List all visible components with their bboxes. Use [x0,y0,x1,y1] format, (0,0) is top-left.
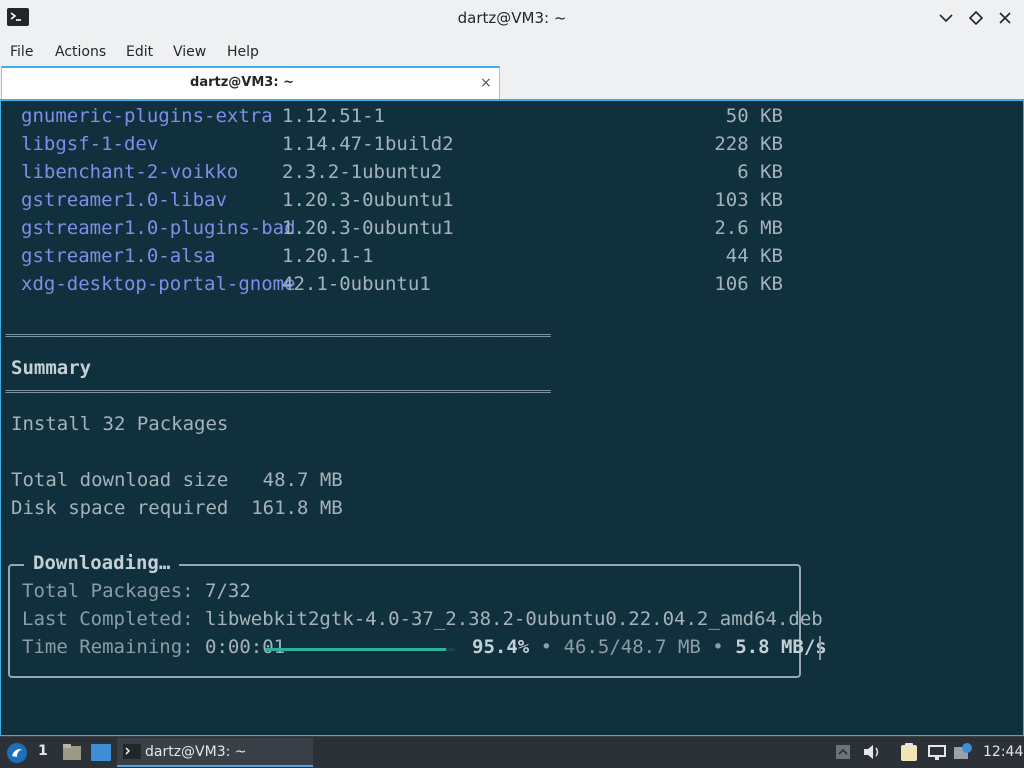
separator-rule: ========================================… [5,386,551,398]
tab-bar: dartz@VM3: ~ × [0,66,1024,99]
menu-actions[interactable]: Actions [55,44,106,60]
download-size: Total download size 48.7 MB [11,469,343,491]
minimize-button[interactable] [937,9,955,27]
package-name: gstreamer1.0-plugins-bad [21,217,296,239]
clock[interactable]: 12:44 [983,744,1023,760]
package-name: gnumeric-plugins-extra [21,105,273,127]
package-version: 1.12.51-1 [282,105,385,127]
package-size: 106 KB [714,273,783,295]
total-packages-label: Total Packages: [22,580,194,602]
download-progress-fill [265,648,447,651]
package-size: 6 KB [737,161,783,183]
download-panel: Downloading… Total Packages: 7/32 Last C… [8,551,827,678]
network-icon[interactable] [927,743,947,761]
stat-separator: • [540,636,553,658]
download-speed: 5.8 MB/s [735,636,827,658]
time-remaining-row: Time Remaining: 0:00:01 [22,635,285,659]
total-packages-row: Total Packages: 7/32 [22,579,251,603]
package-name: gstreamer1.0-alsa [21,245,216,267]
menu-file[interactable]: File [10,44,33,60]
last-completed-row: Last Completed: libwebkit2gtk-4.0-37_2.3… [22,607,823,631]
notification-icon[interactable] [953,742,973,762]
taskbar-terminal-button[interactable]: dartz@VM3: ~ [117,738,313,767]
menu-edit[interactable]: Edit [126,44,153,60]
progress-percent: 95.4% [472,636,530,658]
taskbar: 1 dartz@VM3: ~ 12:44 [0,736,1024,768]
terminal-tab[interactable]: dartz@VM3: ~ × [1,66,500,99]
last-completed-value: libwebkit2gtk-4.0-37_2.38.2-0ubuntu0.22.… [205,608,823,630]
tray-expand-icon[interactable] [835,744,851,760]
package-name: gstreamer1.0-libav [21,189,227,211]
total-packages-value: 7/32 [205,580,251,602]
time-remaining-value: 0:00:01 [205,636,286,658]
package-version: 1.20.3-0ubuntu1 [282,189,454,211]
close-button[interactable] [996,9,1014,27]
download-panel-title: Downloading… [24,551,180,575]
package-size: 103 KB [714,189,783,211]
separator-rule: ========================================… [5,330,551,342]
package-name: xdg-desktop-portal-gnome [21,273,296,295]
package-version: 1.20.3-0ubuntu1 [282,217,454,239]
download-progress-bar [265,648,455,651]
package-size: 228 KB [714,133,783,155]
package-size: 2.6 MB [714,217,783,239]
time-remaining-label: Time Remaining: [22,636,194,658]
package-version: 42.1-0ubuntu1 [282,273,431,295]
menu-bar: File Actions Edit View Help [0,38,1024,66]
disk-space: Disk space required 161.8 MB [11,497,343,519]
package-version: 1.20.1-1 [282,245,374,267]
window-titlebar[interactable]: dartz@VM3: ~ [0,0,1024,38]
package-version: 2.3.2-1ubuntu2 [282,161,443,183]
menu-view[interactable]: View [173,44,206,60]
window-title: dartz@VM3: ~ [457,9,567,27]
stat-separator: • [712,636,724,658]
package-size: 44 KB [725,245,783,267]
tab-close-icon[interactable]: × [480,75,492,91]
show-desktop-icon[interactable] [91,744,111,761]
start-menu-icon[interactable] [5,741,29,765]
tab-label: dartz@VM3: ~ [190,75,294,90]
progress-stats: 95.4% • 46.5/48.7 MB • 5.8 MB/s [472,635,827,659]
terminal-cursor [819,636,821,660]
clipboard-icon[interactable] [900,742,918,762]
terminal-icon [123,744,141,759]
menu-help[interactable]: Help [227,44,259,60]
progress-transferred: 46.5/48.7 MB [563,636,701,658]
summary-heading: Summary [11,357,92,379]
workspace-switcher[interactable]: 1 [38,743,48,759]
package-size: 50 KB [725,105,783,127]
package-name: libgsf-1-dev [21,133,159,155]
file-manager-icon[interactable] [62,743,82,761]
package-name: libenchant-2-voikko [21,161,239,183]
taskbar-terminal-label: dartz@VM3: ~ [145,744,247,760]
maximize-button[interactable] [967,9,985,27]
package-version: 1.14.47-1build2 [282,133,454,155]
terminal-output[interactable]: gnumeric-plugins-extra 1.12.51-1 50 KB l… [0,99,1024,736]
install-count: Install 32 Packages [11,413,229,435]
volume-icon[interactable] [862,743,882,761]
last-completed-label: Last Completed: [22,608,194,630]
